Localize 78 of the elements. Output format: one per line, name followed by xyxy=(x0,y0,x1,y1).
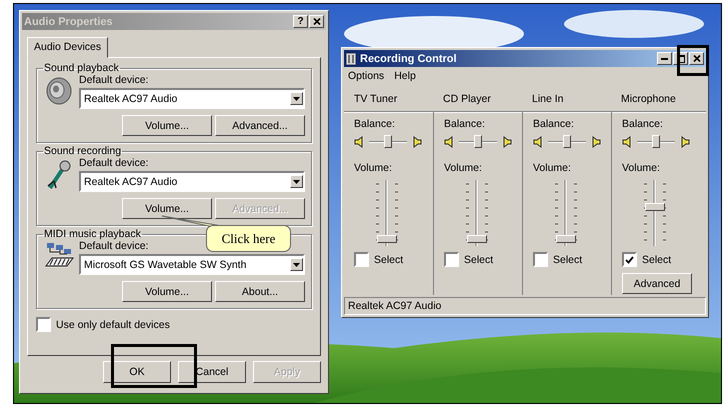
volume-label: Volume: xyxy=(622,162,661,174)
dialog-button[interactable]: About... xyxy=(215,281,305,302)
checkbox[interactable] xyxy=(36,317,51,332)
dropdown-arrow-icon xyxy=(293,262,300,266)
slider-thumb[interactable] xyxy=(563,135,571,148)
balance-label: Balance: xyxy=(444,118,486,130)
checkbox-label: Select xyxy=(553,254,582,266)
advanced-button[interactable]: Advanced xyxy=(622,273,692,294)
speaker-icon xyxy=(44,76,74,106)
volume-label: Volume: xyxy=(533,162,572,174)
speaker-icon xyxy=(622,136,631,148)
minimize-button[interactable] xyxy=(657,52,672,65)
balance-slider[interactable] xyxy=(459,134,497,150)
checkbox[interactable] xyxy=(354,252,369,267)
balance-slider[interactable] xyxy=(637,134,675,150)
group-title: MIDI music playback xyxy=(43,228,142,240)
menu-item[interactable]: Options xyxy=(348,70,384,82)
checkbox[interactable] xyxy=(444,252,459,267)
dropdown-arrow-icon xyxy=(293,96,300,100)
slider-thumb[interactable] xyxy=(556,235,576,244)
dropdown-arrow-icon xyxy=(293,180,300,184)
speaker-icon xyxy=(681,136,690,148)
status-bar: Realtek AC97 Audio xyxy=(344,297,706,315)
field-label: Default device: xyxy=(79,74,150,86)
checkbox-label: Select xyxy=(464,254,494,266)
slider-thumb[interactable] xyxy=(645,203,665,212)
dialog-button[interactable]: Cancel xyxy=(178,361,246,383)
slider-thumb[interactable] xyxy=(384,135,392,148)
field-label: Default device: xyxy=(79,157,150,169)
channel-name: CD Player xyxy=(442,93,492,105)
dialog-button[interactable]: Volume... xyxy=(122,115,212,136)
channel-name: Line In xyxy=(531,93,565,105)
dialog-button[interactable]: OK xyxy=(103,361,171,383)
balance-label: Balance: xyxy=(354,118,396,130)
close-icon xyxy=(312,18,320,25)
keyboard-icon xyxy=(44,242,74,268)
balance-label: Balance: xyxy=(533,118,575,130)
speaker-icon xyxy=(503,136,512,148)
group-title: Sound recording xyxy=(43,145,122,157)
volume-label: Volume: xyxy=(444,162,483,174)
group-title: Sound playback xyxy=(43,62,120,74)
dialog-button[interactable]: Advanced... xyxy=(215,115,305,136)
balance-slider[interactable] xyxy=(548,134,586,150)
tab[interactable]: Audio Devices xyxy=(27,37,108,58)
device-dropdown[interactable]: Microsoft GS Wavetable SW Synth xyxy=(79,254,305,275)
close-button[interactable] xyxy=(689,52,704,65)
speaker-icon xyxy=(413,136,422,148)
field-label: Default device: xyxy=(79,240,150,252)
checkbox[interactable] xyxy=(533,252,548,267)
volume-label: Volume: xyxy=(354,162,393,174)
close-icon xyxy=(692,55,700,62)
balance-label: Balance: xyxy=(622,118,664,130)
checkbox-label: Use only default devices xyxy=(56,318,170,330)
device-dropdown[interactable]: Realtek AC97 Audio xyxy=(79,171,305,192)
channel-name: TV Tuner xyxy=(353,93,398,105)
dialog-button[interactable]: Volume... xyxy=(122,281,212,302)
window-title: Audio Properties xyxy=(24,16,114,28)
speaker-icon xyxy=(354,136,363,148)
balance-slider[interactable] xyxy=(369,134,407,150)
checkbox-label: Select xyxy=(374,254,404,266)
slider-thumb[interactable] xyxy=(467,235,487,244)
dialog-button[interactable]: Volume... xyxy=(122,198,212,219)
speaker-icon xyxy=(444,136,453,148)
minimize-icon xyxy=(661,58,668,60)
slider-thumb[interactable] xyxy=(474,135,482,148)
speaker-icon xyxy=(533,136,542,148)
checkbox[interactable] xyxy=(622,252,637,267)
checkbox-label: Select xyxy=(642,254,672,266)
mixer-icon xyxy=(346,52,356,64)
checkmark-icon xyxy=(625,256,634,264)
window-title: Recording Control xyxy=(360,52,458,64)
slider-thumb[interactable] xyxy=(377,235,397,244)
highlight-frame xyxy=(677,45,709,76)
slider-thumb[interactable] xyxy=(652,135,660,148)
channel-name: Microphone xyxy=(620,93,677,105)
speaker-icon xyxy=(592,136,601,148)
menu-item[interactable]: Help xyxy=(394,70,416,82)
device-dropdown[interactable]: Realtek AC97 Audio xyxy=(79,88,305,109)
